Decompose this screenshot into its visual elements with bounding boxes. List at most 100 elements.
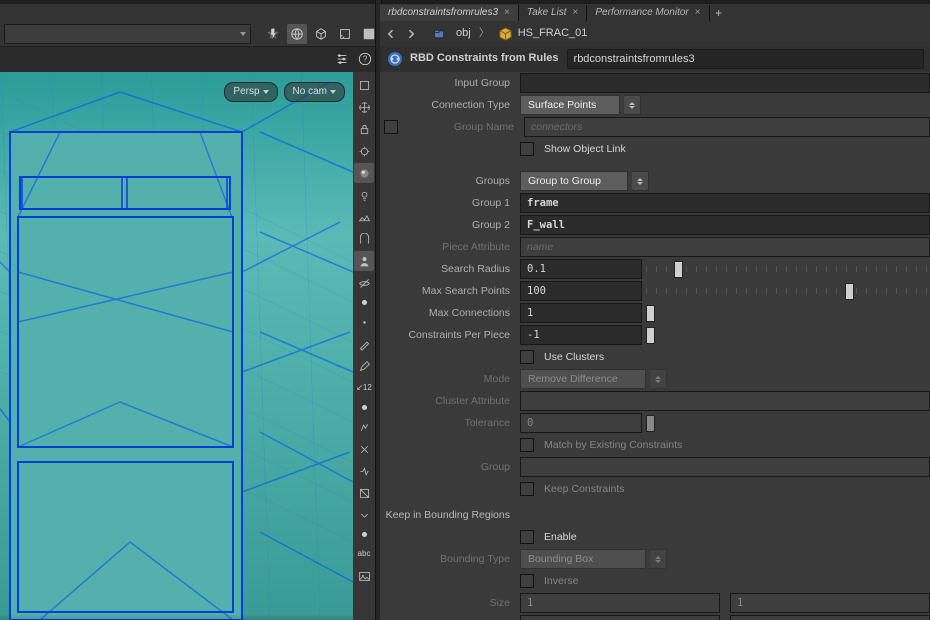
close-icon[interactable]: × — [695, 7, 701, 19]
bounding-enable-checkbox[interactable] — [520, 530, 534, 544]
input-group-field[interactable] — [520, 73, 930, 93]
viewport-side-toolbar: ↙12 abc — [353, 72, 376, 620]
groups-select[interactable]: Group to Group — [520, 171, 628, 191]
breadcrumb-label: obj — [456, 27, 471, 40]
lock-icon[interactable] — [354, 119, 374, 139]
group-name-enable-checkbox[interactable] — [384, 120, 398, 134]
snap-b-icon[interactable] — [354, 229, 374, 249]
tool-b-icon[interactable] — [354, 439, 374, 459]
cube-dropdown-icon[interactable] — [335, 24, 355, 44]
tolerance-slider — [646, 414, 930, 432]
light-icon[interactable] — [354, 185, 374, 205]
tab-rbdconstraints[interactable]: rbdconstraintsfromrules3 × — [380, 5, 519, 21]
camera-menu[interactable]: No cam — [284, 82, 345, 102]
connection-type-select[interactable]: Surface Points — [520, 95, 620, 115]
breadcrumb-obj[interactable]: obj — [450, 25, 477, 43]
cube-icon[interactable] — [311, 24, 331, 44]
label-group-name: Group Name — [404, 121, 524, 134]
section-bounding-regions: Keep in Bounding Regions — [380, 509, 520, 522]
controls-icon[interactable] — [332, 49, 352, 69]
max-connections-field[interactable] — [520, 303, 642, 323]
tool-d-icon[interactable] — [354, 483, 374, 503]
group-name-field — [524, 117, 930, 137]
geo-icon — [498, 27, 513, 42]
breadcrumb-label: HS_FRAC_01 — [518, 27, 588, 40]
shade-sphere-icon[interactable] — [354, 163, 374, 183]
vis-icon[interactable] — [354, 75, 374, 95]
tab-take-list[interactable]: Take List × — [519, 5, 588, 21]
abc-label-icon[interactable]: abc — [354, 544, 374, 564]
use-clusters-checkbox[interactable] — [520, 350, 534, 364]
match-existing-label: Match by Existing Constraints — [544, 439, 682, 452]
bg-icon[interactable] — [354, 207, 374, 227]
separator-dot — [362, 300, 367, 305]
path-root-icon[interactable] — [430, 25, 448, 43]
tolerance-field — [520, 413, 642, 433]
tool-c-icon[interactable] — [354, 461, 374, 481]
select-value: Remove Difference — [528, 373, 618, 386]
label-search-radius: Search Radius — [380, 263, 520, 276]
snap-a-icon[interactable] — [354, 141, 374, 161]
scale-num-icon[interactable]: ↙12 — [354, 378, 374, 398]
caret-down-icon[interactable] — [354, 505, 374, 525]
person-icon[interactable] — [354, 251, 374, 271]
group2-field[interactable] — [520, 215, 930, 235]
help-icon[interactable]: ? — [355, 49, 375, 69]
parameters-panel[interactable]: Input Group Connection Type Surface Poin… — [380, 72, 930, 620]
max-search-points-field[interactable] — [520, 281, 642, 301]
center-y-field — [730, 615, 930, 620]
pin-icon[interactable] — [263, 24, 283, 44]
select-value: Group to Group — [528, 175, 601, 188]
breadcrumb-geo[interactable]: HS_FRAC_01 — [492, 25, 594, 43]
tabs-row: rbdconstraintsfromrules3 × Take List × P… — [380, 4, 930, 23]
show-object-link-label: Show Object Link — [544, 143, 626, 156]
label-connection-type: Connection Type — [380, 99, 520, 112]
nav-back-button[interactable] — [382, 25, 400, 43]
camera-pill-bar: Persp No cam — [224, 82, 345, 102]
viewport-view-menu[interactable] — [4, 24, 251, 44]
search-radius-slider[interactable] — [646, 260, 930, 278]
cluster-attribute-field — [520, 391, 930, 411]
close-icon[interactable]: × — [573, 7, 579, 19]
node-header: RBD Constraints from Rules — [380, 46, 930, 73]
label-piece-attribute: Piece Attribute — [380, 241, 520, 254]
viewport-fade — [0, 614, 353, 620]
pick-point-icon[interactable] — [354, 312, 374, 332]
show-object-link-checkbox[interactable] — [520, 142, 534, 156]
inverse-checkbox — [520, 574, 534, 588]
group-filter-field — [520, 457, 930, 477]
label-groups: Groups — [380, 175, 520, 188]
group1-field[interactable] — [520, 193, 930, 213]
eye-off-icon[interactable] — [354, 273, 374, 293]
select-stepper[interactable] — [632, 171, 649, 191]
node-name-input[interactable] — [567, 49, 924, 69]
label-max-search-points: Max Search Points — [380, 285, 520, 298]
tool-a-icon[interactable] — [354, 417, 374, 437]
tab-performance-monitor[interactable]: Performance Monitor × — [587, 5, 709, 21]
constraints-per-piece-field[interactable] — [520, 325, 642, 345]
bounding-enable-label: Enable — [544, 531, 577, 544]
add-tab-button[interactable]: + — [710, 6, 728, 20]
move-icon[interactable] — [354, 97, 374, 117]
label-mode: Mode — [380, 373, 520, 386]
nav-forward-button[interactable] — [402, 25, 420, 43]
image-icon[interactable] — [354, 566, 374, 586]
max-connections-slider[interactable] — [646, 304, 930, 322]
tab-label: rbdconstraintsfromrules3 — [388, 7, 498, 19]
max-search-points-slider[interactable] — [646, 282, 930, 300]
path-row: obj 〉 HS_FRAC_01 — [380, 22, 930, 47]
match-existing-checkbox — [520, 438, 534, 452]
inverse-label: Inverse — [544, 575, 578, 588]
constraints-per-piece-slider[interactable] — [646, 326, 930, 344]
search-radius-field[interactable] — [520, 259, 642, 279]
brush-icon[interactable] — [354, 334, 374, 354]
persp-menu[interactable]: Persp — [224, 82, 277, 102]
globe-icon[interactable] — [287, 24, 307, 44]
select-value: Bounding Box — [528, 553, 593, 566]
select-value: Surface Points — [528, 99, 596, 112]
edit-icon[interactable] — [354, 356, 374, 376]
select-stepper[interactable] — [624, 95, 641, 115]
3d-viewport[interactable]: Persp No cam — [0, 72, 354, 620]
piece-attribute-field — [520, 237, 930, 257]
close-icon[interactable]: × — [504, 7, 510, 19]
